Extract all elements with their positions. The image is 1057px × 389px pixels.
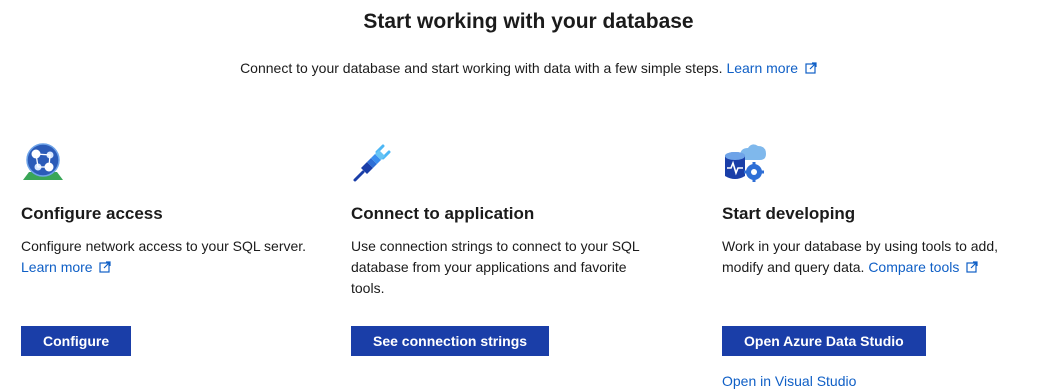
connect-application-title: Connect to application: [351, 204, 535, 223]
card-connect-application: Connect to application Use connection st…: [351, 140, 671, 356]
connect-application-desc: Use connection strings to connect to you…: [351, 238, 640, 296]
see-connection-strings-button[interactable]: See connection strings: [351, 326, 550, 356]
configure-button[interactable]: Configure: [21, 326, 132, 356]
learn-more-link[interactable]: Learn more: [726, 60, 798, 76]
external-link-icon: [805, 62, 817, 74]
external-link-icon: [99, 261, 112, 273]
database-cloud-gear-icon: [725, 144, 766, 182]
page-subtitle: Connect to your database and start worki…: [0, 60, 1057, 76]
configure-access-title: Configure access: [21, 204, 163, 223]
card-start-developing: Start developing Work in your database b…: [722, 140, 1042, 389]
subtitle-text: Connect to your database and start worki…: [240, 60, 723, 76]
globe-network-icon: [23, 143, 63, 180]
start-developing-title: Start developing: [722, 204, 856, 223]
learn-more-link[interactable]: Learn more: [21, 259, 93, 275]
configure-access-desc-text: Configure network access to your SQL ser…: [21, 238, 307, 254]
start-developing-desc: Work in your database by using tools to …: [722, 236, 1022, 278]
open-in-visual-studio-link[interactable]: Open in Visual Studio: [722, 373, 856, 389]
plug-connector-icon: [353, 144, 391, 182]
open-azure-data-studio-button[interactable]: Open Azure Data Studio: [722, 326, 926, 356]
external-link-icon: [966, 261, 978, 273]
configure-access-desc: Configure network access to your SQL ser…: [21, 236, 321, 278]
page-title: Start working with your database: [363, 10, 694, 33]
compare-tools-link[interactable]: Compare tools: [868, 259, 959, 275]
card-configure-access: Configure access Configure network acces…: [21, 140, 341, 356]
